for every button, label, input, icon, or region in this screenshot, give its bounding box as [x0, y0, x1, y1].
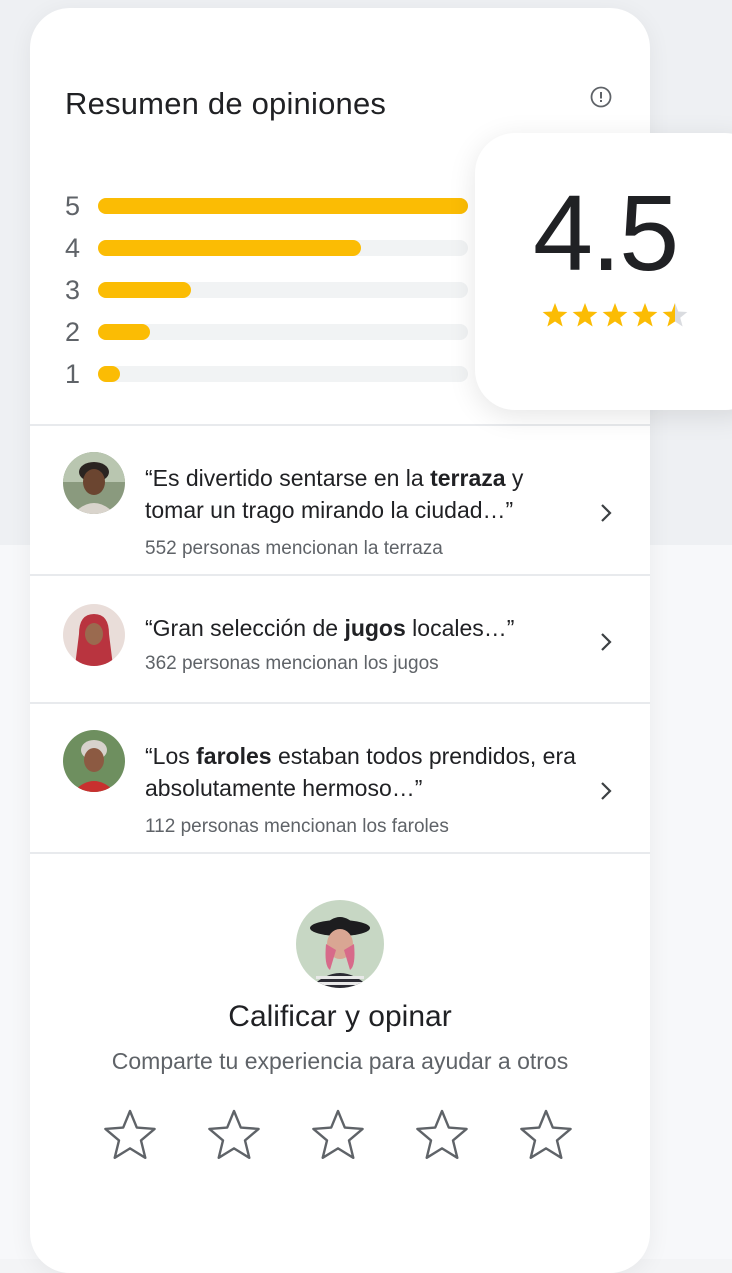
chevron-right-icon[interactable] [595, 780, 617, 802]
review-highlight-jugos[interactable]: “Gran selección de jugos locales…” 362 p… [30, 574, 650, 704]
review-mentions: 362 personas mencionan los jugos [145, 653, 439, 674]
rating-bar-1[interactable]: 1 [65, 356, 485, 398]
rating-bar-5[interactable]: 5 [65, 188, 485, 230]
star-outline-icon[interactable] [102, 1108, 158, 1164]
average-rating-card: 4.5 [475, 133, 732, 410]
info-icon[interactable] [588, 84, 614, 110]
reviewer-avatar [63, 730, 125, 792]
chevron-right-icon[interactable] [595, 631, 617, 653]
star-outline-icon[interactable] [206, 1108, 262, 1164]
star-filled-icon [602, 303, 628, 327]
star-outline-icon[interactable] [414, 1108, 470, 1164]
chevron-right-icon[interactable] [595, 502, 617, 524]
rating-bar-label: 1 [65, 359, 81, 389]
rating-stars [542, 303, 688, 327]
divider [30, 852, 650, 854]
star-outline-icon[interactable] [518, 1108, 574, 1164]
reviewer-avatar [63, 604, 125, 666]
rating-bar-label: 2 [65, 317, 81, 347]
rate-stars [102, 1108, 574, 1164]
star-outline-icon[interactable] [310, 1108, 366, 1164]
rating-bar-fill [98, 324, 150, 340]
review-highlight-terraza[interactable]: “Es divertido sentarse en la terraza y t… [30, 424, 650, 576]
star-filled-icon [542, 303, 568, 327]
rating-bar-fill [98, 366, 121, 382]
rating-bar-label: 4 [65, 233, 81, 263]
review-highlight-faroles[interactable]: “Los faroles estaban todos prendidos, er… [30, 702, 650, 854]
review-quote: “Es divertido sentarse en la terraza y t… [145, 465, 524, 523]
average-rating: 4.5 [533, 172, 679, 293]
star-filled-icon [632, 303, 658, 327]
review-mentions: 112 personas mencionan los faroles [145, 816, 449, 837]
review-mentions: 552 personas mencionan la terraza [145, 538, 443, 559]
rating-bar-fill [98, 198, 468, 214]
review-quote: “Gran selección de jugos locales…” [145, 615, 515, 641]
rate-subtitle: Comparte tu experiencia para ayudar a ot… [111, 1048, 569, 1074]
user-avatar [296, 900, 384, 988]
rating-histogram: 5 4 3 2 1 [65, 188, 485, 398]
rating-bar-3[interactable]: 3 [65, 272, 485, 314]
rating-bar-label: 5 [65, 191, 81, 221]
rate-title: Calificar y opinar [228, 1000, 452, 1033]
star-filled-icon [662, 303, 688, 327]
star-filled-icon [572, 303, 598, 327]
rating-bar-2[interactable]: 2 [65, 314, 485, 356]
rating-bar-fill [98, 282, 191, 298]
rating-bar-label: 3 [65, 275, 81, 305]
review-quote: “Los faroles estaban todos prendidos, er… [145, 743, 576, 801]
rating-bar-4[interactable]: 4 [65, 230, 485, 272]
reviewer-avatar [63, 452, 125, 514]
summary-title: Resumen de opiniones [65, 86, 387, 121]
rating-bar-fill [98, 240, 361, 256]
